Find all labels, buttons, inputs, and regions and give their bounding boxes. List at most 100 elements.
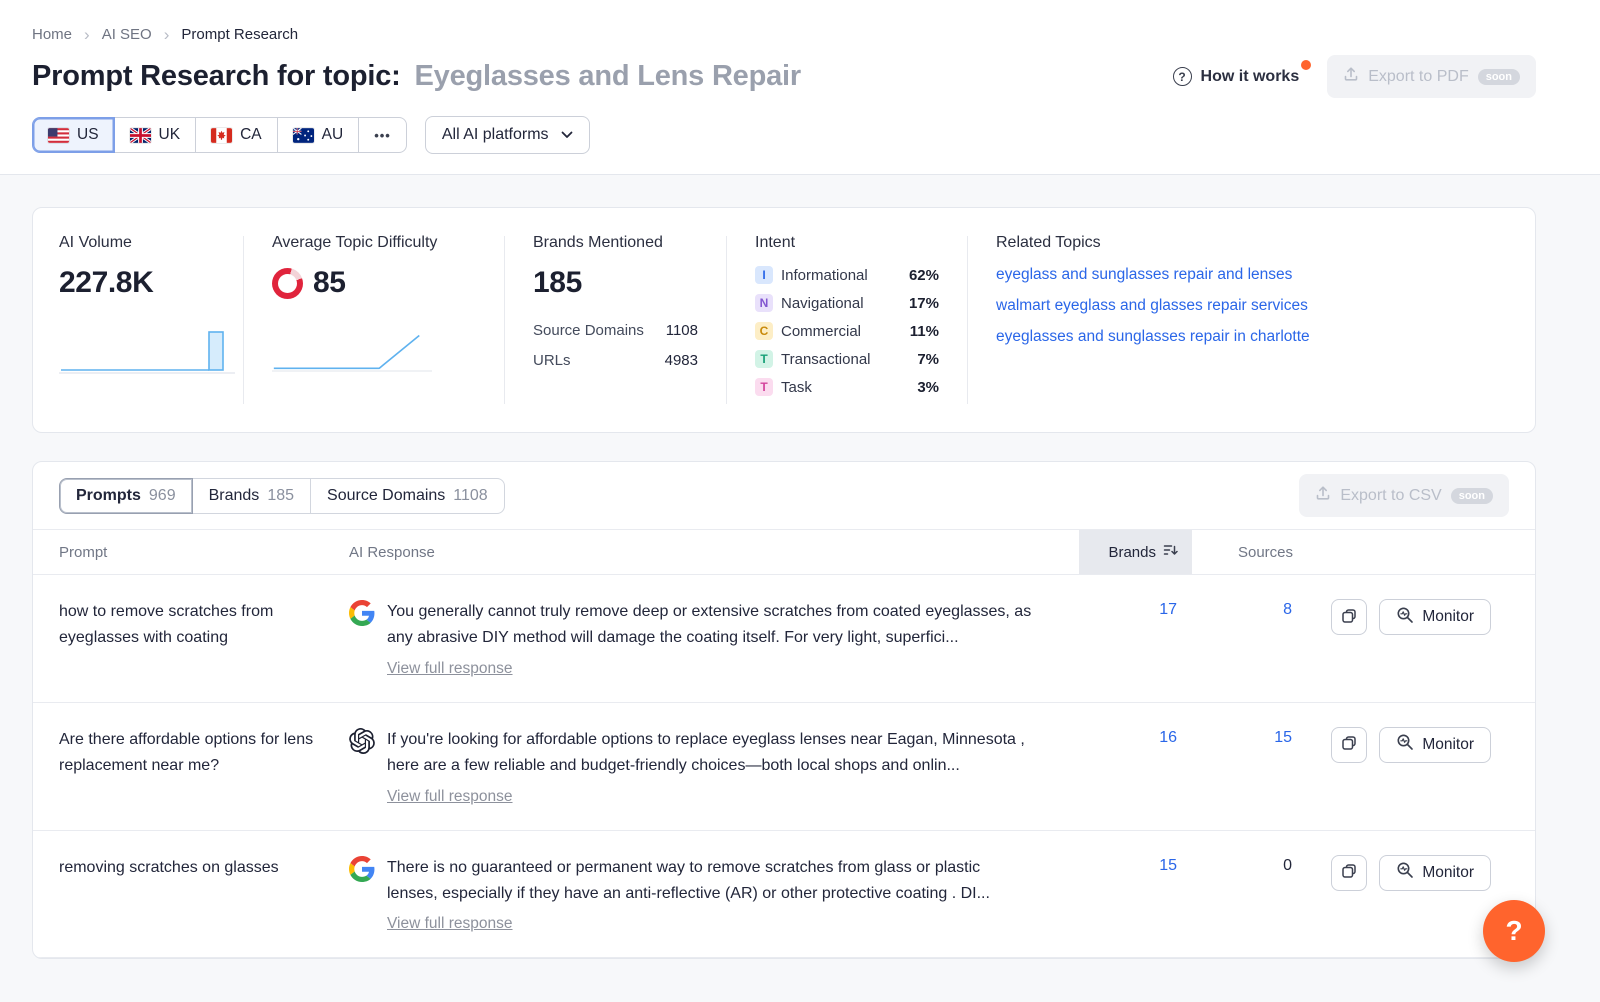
table-tabs: Prompts 969 Brands 185 Source Domains 11… <box>59 478 505 514</box>
ai-response-text: You generally cannot truly remove deep o… <box>387 599 1035 652</box>
column-header-brands-label: Brands <box>1108 544 1156 561</box>
question-circle-icon: ? <box>1173 67 1192 86</box>
tab-label: Source Domains <box>327 487 445 505</box>
chevron-right-icon: › <box>84 26 90 43</box>
country-selector: US UK CA AU <box>32 117 407 153</box>
help-fab-button[interactable]: ? <box>1483 900 1545 962</box>
tab-label: Brands <box>209 487 260 505</box>
google-icon <box>349 600 375 626</box>
column-header-sources[interactable]: Sources <box>1192 530 1307 574</box>
brands-count-link[interactable]: 16 <box>1159 729 1177 746</box>
page-header: Home › AI SEO › Prompt Research Prompt R… <box>0 0 1600 175</box>
difficulty-sparkline <box>272 328 432 374</box>
related-topic-link[interactable]: eyeglasses and sunglasses repair in char… <box>996 328 1509 346</box>
intent-percent: 62% <box>909 267 939 284</box>
intent-navigational-row: N Navigational 17% <box>755 294 939 312</box>
notification-dot <box>1301 60 1311 70</box>
soon-badge: soon <box>1478 69 1520 85</box>
tab-brands[interactable]: Brands 185 <box>192 478 311 514</box>
column-header-prompt: Prompt <box>59 530 349 574</box>
table-header: Prompt AI Response Brands Sources <box>33 529 1535 575</box>
view-full-response-link[interactable]: View full response <box>387 915 513 933</box>
column-header-brands[interactable]: Brands <box>1079 530 1192 574</box>
intent-navigational-badge: N <box>755 294 773 312</box>
copy-icon <box>1341 608 1357 627</box>
divider <box>504 236 505 404</box>
intent-task-badge: T <box>755 378 773 396</box>
sources-count-link[interactable]: 8 <box>1283 601 1292 618</box>
overview-stats-card: AI Volume 227.8K Average Topic Difficult… <box>32 207 1536 433</box>
monitor-icon <box>1396 861 1414 884</box>
upload-icon <box>1343 66 1359 87</box>
title-row: Prompt Research for topic: Eyeglasses an… <box>32 55 1536 98</box>
urls-row: URLs 4983 <box>533 352 698 369</box>
prompt-text: removing scratches on glasses <box>59 855 349 881</box>
breadcrumb-ai-seo[interactable]: AI SEO <box>102 26 152 43</box>
tab-source-domains[interactable]: Source Domains 1108 <box>310 478 505 514</box>
view-full-response-link[interactable]: View full response <box>387 788 513 806</box>
brands-count-cell: 15 <box>1079 855 1192 875</box>
brands-count-link[interactable]: 17 <box>1159 601 1177 618</box>
row-actions: Monitor <box>1307 727 1509 763</box>
monitor-icon <box>1396 733 1414 756</box>
filter-row: US UK CA AU <box>32 116 1536 174</box>
tab-prompts[interactable]: Prompts 969 <box>59 478 193 514</box>
chevron-down-icon <box>561 126 573 144</box>
ai-response-cell: If you're looking for affordable options… <box>349 727 1079 806</box>
intent-informational-row: I Informational 62% <box>755 266 939 284</box>
monitor-button[interactable]: Monitor <box>1379 599 1491 635</box>
copy-response-button[interactable] <box>1331 599 1367 635</box>
country-tab-uk[interactable]: UK <box>114 117 197 153</box>
view-full-response-link[interactable]: View full response <box>387 660 513 678</box>
table-row: Are there affordable options for lens re… <box>33 703 1535 831</box>
brands-count-link[interactable]: 15 <box>1159 857 1177 874</box>
intent-name: Task <box>781 379 917 396</box>
ai-platforms-dropdown[interactable]: All AI platforms <box>425 116 590 154</box>
intent-name: Navigational <box>781 295 909 312</box>
page-title: Prompt Research for topic: Eyeglasses an… <box>32 60 801 93</box>
sources-count-value: 0 <box>1283 857 1292 874</box>
difficulty-gauge-icon <box>272 268 303 299</box>
copy-response-button[interactable] <box>1331 855 1367 891</box>
title-topic: Eyeglasses and Lens Repair <box>415 60 801 92</box>
prompt-text: how to remove scratches from eyeglasses … <box>59 599 349 652</box>
row-actions: Monitor <box>1307 599 1509 635</box>
source-domains-label: Source Domains <box>533 322 644 339</box>
urls-value: 4983 <box>665 352 698 369</box>
sort-icon <box>1163 543 1178 561</box>
copy-response-button[interactable] <box>1331 727 1367 763</box>
intent-percent: 11% <box>910 323 939 340</box>
intent-name: Transactional <box>781 351 917 368</box>
sources-count-link[interactable]: 15 <box>1274 729 1292 746</box>
intent-informational-badge: I <box>755 266 773 284</box>
country-tab-ca[interactable]: CA <box>195 117 278 153</box>
intent-percent: 17% <box>909 295 939 312</box>
ai-volume-sparkline <box>59 328 235 374</box>
related-topic-link[interactable]: walmart eyeglass and glasses repair serv… <box>996 297 1509 315</box>
export-csv-button[interactable]: Export to CSV soon <box>1299 474 1509 517</box>
upload-icon <box>1315 485 1331 506</box>
intent-percent: 7% <box>917 351 939 368</box>
row-actions: Monitor <box>1307 855 1509 891</box>
intent-transactional-row: T Transactional 7% <box>755 350 939 368</box>
monitor-button[interactable]: Monitor <box>1379 855 1491 891</box>
intent-name: Informational <box>781 267 909 284</box>
chevron-right-icon: › <box>164 26 170 43</box>
brands-mentioned-label: Brands Mentioned <box>533 234 698 252</box>
more-countries-button[interactable]: ••• <box>358 117 407 153</box>
related-topic-link[interactable]: eyeglass and sunglasses repair and lense… <box>996 266 1509 284</box>
topic-difficulty-section: Average Topic Difficulty 85 <box>272 234 476 406</box>
country-tab-us[interactable]: US <box>32 117 115 153</box>
monitor-button[interactable]: Monitor <box>1379 727 1491 763</box>
openai-icon <box>349 728 375 754</box>
breadcrumb-home[interactable]: Home <box>32 26 72 43</box>
export-pdf-button[interactable]: Export to PDF soon <box>1327 55 1536 98</box>
how-it-works-link[interactable]: ? How it works <box>1173 67 1306 86</box>
country-label: CA <box>240 126 262 144</box>
divider <box>967 236 968 404</box>
divider <box>726 236 727 404</box>
country-tab-au[interactable]: AU <box>277 117 360 153</box>
sources-count-cell: 8 <box>1192 599 1307 619</box>
topic-difficulty-value: 85 <box>313 266 346 300</box>
urls-label: URLs <box>533 352 571 369</box>
